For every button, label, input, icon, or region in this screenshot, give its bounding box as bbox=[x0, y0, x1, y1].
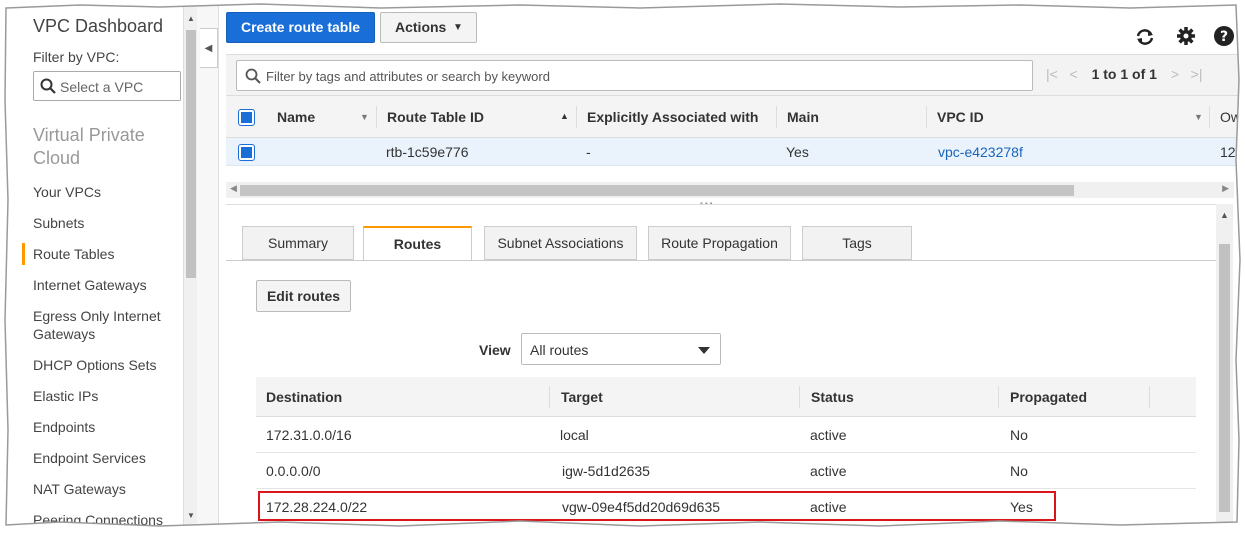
cell-association: - bbox=[586, 144, 591, 160]
cell-owner: 12 bbox=[1220, 144, 1236, 160]
filter-bar: Filter by tags and attributes or search … bbox=[226, 54, 1245, 96]
highlight-annotation bbox=[258, 491, 1056, 521]
cell-target: local bbox=[560, 427, 589, 443]
active-item-indicator bbox=[22, 243, 25, 265]
target-link[interactable]: igw-5d1d2635 bbox=[562, 463, 650, 479]
vpc-id-link[interactable]: vpc-e423278f bbox=[938, 144, 1023, 160]
cell-main: Yes bbox=[786, 144, 809, 160]
view-label: View bbox=[479, 342, 511, 358]
actions-button[interactable]: Actions ▼ bbox=[380, 12, 477, 43]
details-panel: Summary Routes Subnet Associations Route… bbox=[226, 204, 1216, 526]
table-row[interactable]: rtb-1c59e776 - Yes vpc-e423278f 12 bbox=[226, 138, 1245, 166]
sidebar-item-egress-only-internet-gateways[interactable]: Egress Only Internet Gateways bbox=[33, 307, 178, 343]
table-header: Name ▼ Route Table ID ▲ Explicitly Assoc… bbox=[226, 96, 1245, 138]
filter-placeholder: Filter by tags and attributes or search … bbox=[266, 69, 550, 84]
sort-icon[interactable]: ▼ bbox=[360, 112, 369, 122]
sidebar: VPC Dashboard Filter by VPC: Select a VP… bbox=[8, 6, 183, 526]
sort-ascending-icon[interactable]: ▲ bbox=[560, 111, 569, 121]
sidebar-scroll-thumb[interactable] bbox=[186, 30, 196, 278]
search-icon bbox=[40, 78, 56, 94]
view-select-value: All routes bbox=[530, 342, 589, 358]
prev-page-icon[interactable]: < bbox=[1069, 66, 1077, 82]
sidebar-item-elastic-ips[interactable]: Elastic IPs bbox=[33, 387, 178, 405]
edit-routes-button[interactable]: Edit routes bbox=[256, 280, 351, 312]
search-icon bbox=[245, 68, 261, 84]
horizontal-scrollbar[interactable]: ◀ ▶ bbox=[226, 182, 1234, 198]
next-page-icon[interactable]: > bbox=[1171, 66, 1179, 82]
scroll-up-icon[interactable]: ▲ bbox=[187, 14, 195, 23]
cell-propagated: No bbox=[1010, 463, 1028, 479]
tab-route-propagation[interactable]: Route Propagation bbox=[648, 226, 791, 260]
chevron-down-icon bbox=[698, 347, 710, 354]
create-route-table-button[interactable]: Create route table bbox=[226, 12, 375, 43]
scroll-right-icon[interactable]: ▶ bbox=[1222, 183, 1229, 194]
sort-icon[interactable]: ▼ bbox=[1194, 112, 1203, 122]
sidebar-item-dhcp-options-sets[interactable]: DHCP Options Sets bbox=[33, 356, 178, 374]
tabs-divider bbox=[226, 260, 1216, 261]
routes-table-header: Destination Target Status Propagated bbox=[256, 377, 1196, 417]
cell-destination: 0.0.0.0/0 bbox=[266, 463, 321, 479]
tab-subnet-associations[interactable]: Subnet Associations bbox=[484, 226, 637, 260]
column-route-table-id[interactable]: Route Table ID bbox=[387, 109, 484, 125]
last-page-icon[interactable]: >| bbox=[1191, 66, 1203, 82]
sidebar-item-route-tables[interactable]: Route Tables bbox=[33, 245, 178, 263]
view-select[interactable]: All routes bbox=[521, 333, 721, 365]
actions-label: Actions bbox=[395, 19, 447, 35]
column-target: Target bbox=[561, 389, 603, 405]
cell-status: active bbox=[810, 427, 847, 443]
table-row: 172.31.0.0/16 local active No bbox=[256, 417, 1196, 453]
column-name[interactable]: Name bbox=[277, 109, 315, 125]
cell-destination: 172.31.0.0/16 bbox=[266, 427, 352, 443]
sidebar-collapse-strip: ◀ bbox=[197, 6, 219, 526]
column-owner[interactable]: Ow bbox=[1220, 109, 1241, 125]
column-explicitly-associated[interactable]: Explicitly Associated with bbox=[587, 109, 758, 125]
cell-route-table-id: rtb-1c59e776 bbox=[386, 144, 469, 160]
column-propagated: Propagated bbox=[1010, 389, 1088, 405]
vpc-select[interactable]: Select a VPC bbox=[33, 71, 181, 101]
chevron-down-icon: ▼ bbox=[453, 22, 463, 33]
cell-status: active bbox=[810, 463, 847, 479]
sidebar-title[interactable]: VPC Dashboard bbox=[33, 16, 163, 37]
tab-routes[interactable]: Routes bbox=[363, 226, 472, 261]
sidebar-section-heading: Virtual Private Cloud bbox=[33, 125, 145, 168]
filter-search-input[interactable]: Filter by tags and attributes or search … bbox=[236, 60, 1033, 91]
vertical-scrollbar[interactable]: ▲ bbox=[1216, 204, 1233, 526]
sidebar-scrollbar[interactable]: ▲ ▼ bbox=[183, 6, 197, 526]
first-page-icon[interactable]: |< bbox=[1046, 66, 1058, 82]
column-status: Status bbox=[811, 389, 854, 405]
collapse-sidebar-icon[interactable]: ◀ bbox=[200, 28, 218, 68]
pagination: |< < 1 to 1 of 1 > >| bbox=[1046, 66, 1202, 82]
table-row: 0.0.0.0/0 igw-5d1d2635 active No bbox=[256, 453, 1196, 489]
sidebar-item-nat-gateways[interactable]: NAT Gateways bbox=[33, 480, 178, 498]
select-all-checkbox[interactable] bbox=[238, 109, 255, 126]
cell-propagated: No bbox=[1010, 427, 1028, 443]
refresh-icon[interactable] bbox=[1134, 26, 1156, 48]
vpc-select-placeholder: Select a VPC bbox=[60, 79, 144, 95]
vertical-scroll-thumb[interactable] bbox=[1219, 244, 1230, 512]
column-vpc-id[interactable]: VPC ID bbox=[937, 109, 984, 125]
scroll-up-icon[interactable]: ▲ bbox=[1220, 210, 1229, 220]
sidebar-item-endpoint-services[interactable]: Endpoint Services bbox=[33, 449, 178, 467]
sidebar-item-endpoints[interactable]: Endpoints bbox=[33, 418, 178, 436]
sidebar-item-subnets[interactable]: Subnets bbox=[33, 214, 178, 232]
help-icon[interactable]: ? bbox=[1213, 25, 1235, 47]
pager-text: 1 to 1 of 1 bbox=[1091, 66, 1157, 82]
tab-summary[interactable]: Summary bbox=[242, 226, 354, 260]
sidebar-item-your-vpcs[interactable]: Your VPCs bbox=[33, 183, 178, 201]
gear-icon[interactable] bbox=[1175, 25, 1197, 47]
sidebar-item-internet-gateways[interactable]: Internet Gateways bbox=[33, 276, 178, 294]
horizontal-scroll-thumb[interactable] bbox=[240, 185, 1074, 196]
scroll-down-icon[interactable]: ▼ bbox=[187, 511, 195, 520]
column-main[interactable]: Main bbox=[787, 109, 819, 125]
column-destination: Destination bbox=[266, 389, 343, 405]
scroll-left-icon[interactable]: ◀ bbox=[230, 183, 237, 194]
svg-text:?: ? bbox=[1220, 29, 1228, 45]
filter-by-vpc-label: Filter by VPC: bbox=[33, 49, 120, 65]
sidebar-item-peering-connections[interactable]: Peering Connections bbox=[33, 511, 178, 526]
tab-tags[interactable]: Tags bbox=[802, 226, 912, 260]
row-checkbox[interactable] bbox=[238, 144, 255, 161]
